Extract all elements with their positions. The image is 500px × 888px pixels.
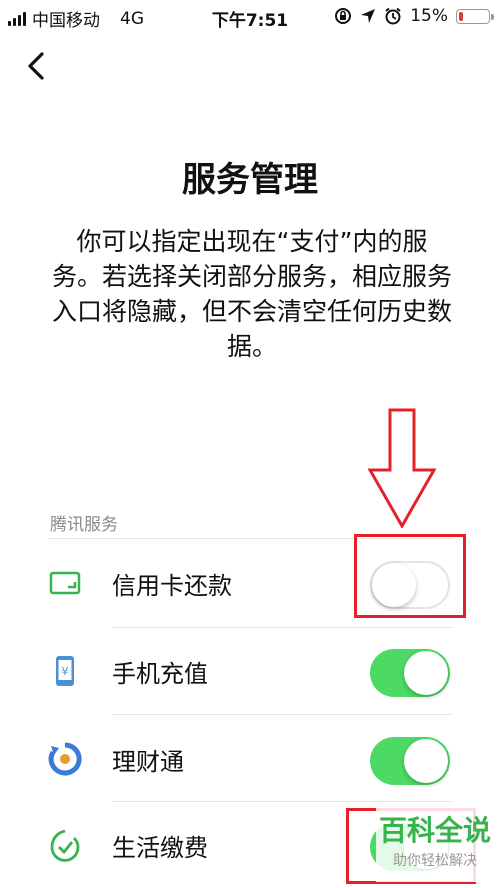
annotation-box xyxy=(354,534,466,618)
screen-lock-icon xyxy=(335,8,352,24)
svg-text:¥: ¥ xyxy=(62,665,69,678)
battery-percent: 15% xyxy=(410,6,448,26)
phone-recharge-icon: ¥ xyxy=(56,656,74,686)
page-description: 你可以指定出现在“支付”内的服务。若选择关闭部分服务，相应服务入口将隐藏，但不会… xyxy=(52,227,453,361)
credit-card-icon xyxy=(49,571,81,595)
utility-payment-icon xyxy=(50,829,80,862)
service-label: 手机充值 xyxy=(112,660,208,688)
service-label: 理财通 xyxy=(112,748,184,776)
page-title: 服务管理 xyxy=(182,160,318,200)
toggle-knob xyxy=(404,739,448,783)
row-divider xyxy=(112,714,452,715)
phone-recharge-toggle[interactable] xyxy=(370,649,450,697)
toggle-knob xyxy=(404,651,448,695)
service-row-wealth: 理财通 xyxy=(0,716,500,802)
service-row-phone-recharge: ¥ 手机充值 xyxy=(0,628,500,714)
location-icon xyxy=(361,9,376,23)
watermark-subtitle: 助你轻松解决 xyxy=(393,853,477,869)
service-label: 生活缴费 xyxy=(112,834,208,862)
wealth-icon xyxy=(48,742,82,776)
alarm-icon xyxy=(385,7,401,25)
status-bar: 中国移动 4G 下午7:51 15% xyxy=(0,0,500,32)
section-label: 腾讯服务 xyxy=(50,515,118,535)
annotation-arrow xyxy=(368,408,436,528)
battery-icon xyxy=(456,8,494,24)
watermark: 百科全说 助你轻松解决 xyxy=(376,806,494,882)
wealth-toggle[interactable] xyxy=(370,737,450,785)
back-chevron-icon[interactable] xyxy=(20,46,60,86)
watermark-title: 百科全说 xyxy=(378,814,491,847)
service-label: 信用卡还款 xyxy=(112,572,232,600)
